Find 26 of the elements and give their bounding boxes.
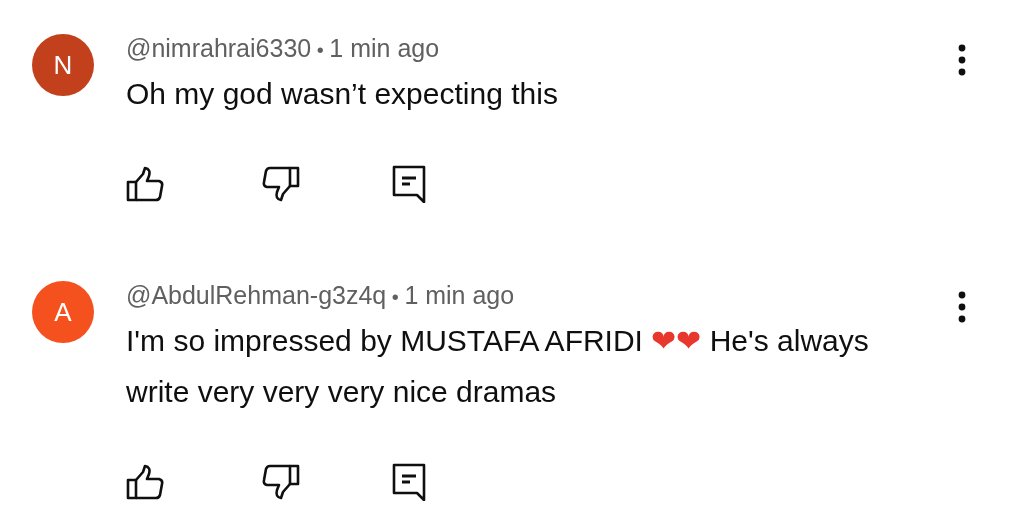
more-icon [957,291,967,323]
comment-icon [392,463,426,501]
separator-dot: • [315,39,325,61]
more-icon [957,44,967,76]
thumbs-up-icon [126,166,164,202]
timestamp: 1 min ago [329,34,440,62]
more-options-button[interactable] [957,44,967,76]
reply-button[interactable] [390,165,428,203]
reply-button[interactable] [390,463,428,501]
dislike-button[interactable] [262,165,300,203]
thumbs-down-icon [262,464,300,500]
more-options-button[interactable] [957,291,967,323]
thumbs-up-icon [126,464,164,500]
author-name[interactable]: @nimrahrai6330 [126,34,312,62]
timestamp: 1 min ago [404,281,515,309]
like-button[interactable] [126,165,164,203]
avatar[interactable]: A [32,281,94,343]
thumbs-down-icon [262,166,300,202]
separator-dot: • [390,286,400,308]
dislike-button[interactable] [262,463,300,501]
avatar[interactable]: N [32,34,94,96]
comment-icon [392,165,426,203]
author-name[interactable]: @AbdulRehman-g3z4q [126,281,387,309]
like-button[interactable] [126,463,164,501]
comment-text: Oh my god wasn’t expecting this [126,76,559,112]
comment-text: I'm so impressed by MUSTAFA AFRIDI ❤❤ He's always write very very very nice dramas [126,323,870,410]
